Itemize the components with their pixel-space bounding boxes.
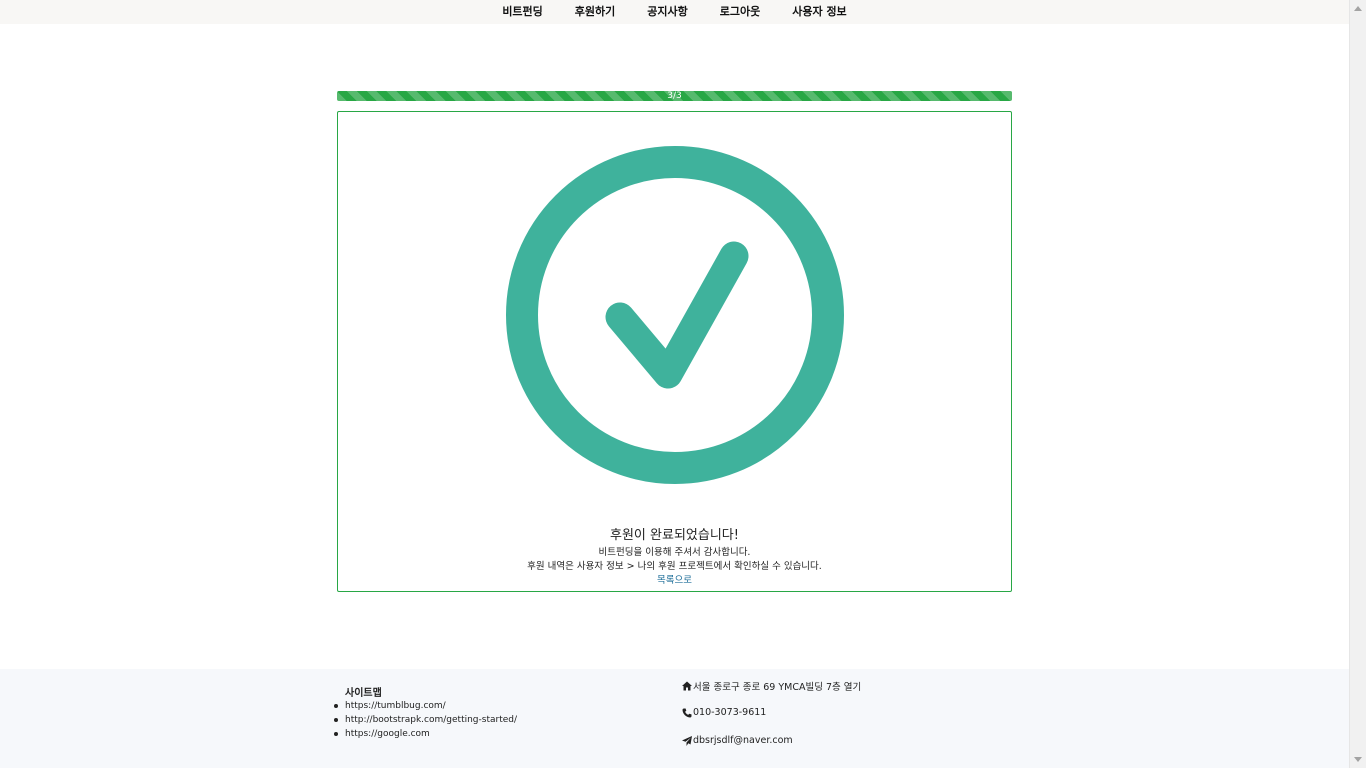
footer-email: dbsrjsdlf@naver.com [682,735,793,746]
top-navbar: 비트펀딩 후원하기 공지사항 로그아웃 사용자 정보 [0,0,1349,24]
address-text: 서울 종로구 종로 69 YMCA빌딩 7층 열기 [693,682,862,693]
email-text[interactable]: dbsrjsdlf@naver.com [693,735,793,746]
phone-text: 010-3073-9611 [693,707,767,718]
sitemap-title: 사이트맵 [345,688,382,699]
completion-card: 후원이 완료되었습니다! 비트펀딩을 이용해 주셔서 감사합니다. 후원 내역은… [337,111,1012,592]
nav-item-donate[interactable]: 후원하기 [559,0,631,24]
nav-item-bitfunding[interactable]: 비트펀딩 [486,0,558,24]
progress-bar: 3/3 [337,91,1012,101]
completion-title: 후원이 완료되었습니다! [610,528,739,543]
back-to-list-link[interactable]: 목록으로 [338,572,1011,586]
phone-icon [682,708,692,717]
nav-item-logout[interactable]: 로그아웃 [704,0,776,24]
scroll-down-arrow-icon[interactable] [1354,757,1362,762]
nav-item-notice[interactable]: 공지사항 [631,0,703,24]
page: 비트펀딩 후원하기 공지사항 로그아웃 사용자 정보 3/3 후원이 완료되었습… [0,0,1349,768]
check-circle-icon [506,146,844,484]
vertical-scrollbar[interactable] [1349,0,1366,768]
history-info-message: 후원 내역은 사용자 정보 > 나의 후원 프로젝트에서 확인하실 수 있습니다… [527,561,822,572]
thanks-message: 비트펀딩을 이용해 주셔서 감사합니다. [598,547,751,558]
sitemap-list: https://tumblbug.com/ http://bootstrapk.… [333,699,517,741]
scroll-up-arrow-icon[interactable] [1354,6,1362,11]
home-icon [682,681,692,691]
sitemap-link[interactable]: https://google.com [333,727,517,741]
sitemap-link[interactable]: https://tumblbug.com/ [333,699,517,713]
sitemap-link[interactable]: http://bootstrapk.com/getting-started/ [333,713,517,727]
footer-phone: 010-3073-9611 [682,707,766,718]
paper-plane-icon [682,735,692,746]
footer-address: 서울 종로구 종로 69 YMCA빌딩 7층 열기 [682,679,861,693]
footer: 사이트맵 https://tumblbug.com/ http://bootst… [0,669,1349,768]
progress-label: 3/3 [667,91,682,101]
nav-item-user-info[interactable]: 사용자 정보 [776,0,862,24]
